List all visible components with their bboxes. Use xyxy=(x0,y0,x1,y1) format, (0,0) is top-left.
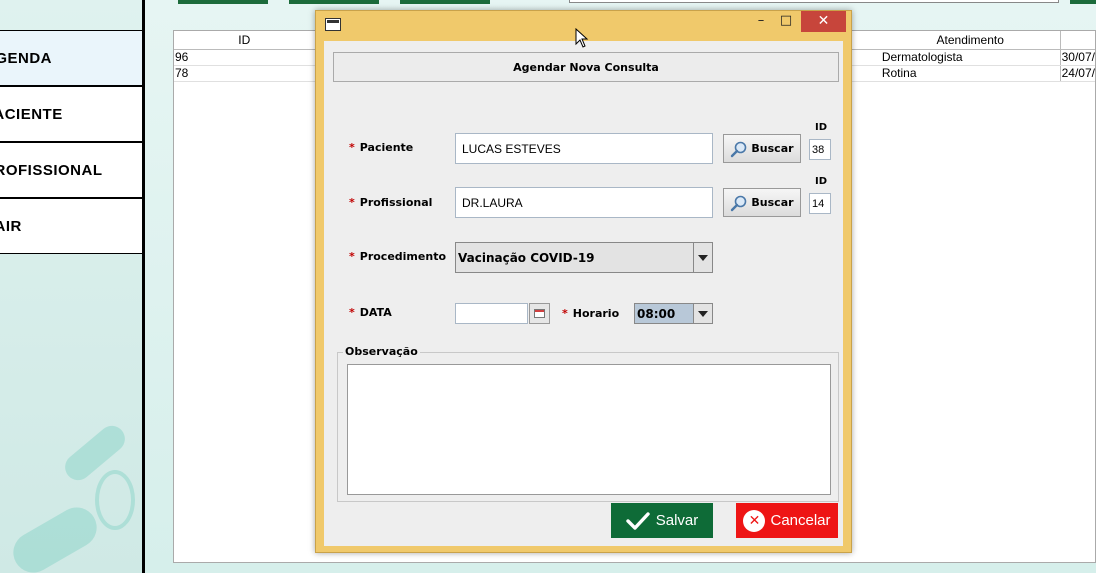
cell-atendimento: Rotina xyxy=(880,65,1061,82)
maximize-button[interactable]: □ xyxy=(776,11,796,32)
horario-value: 08:00 xyxy=(637,306,676,321)
profissional-field[interactable]: DR.LAURA xyxy=(455,187,713,218)
profissional-id-field[interactable]: 14 xyxy=(809,193,831,214)
dialog-header: Agendar Nova Consulta xyxy=(333,52,839,82)
profissional-id-label: ID xyxy=(815,176,828,187)
required-mark: * xyxy=(562,307,568,320)
buscar-label: Buscar xyxy=(751,196,794,209)
minimize-button[interactable]: – xyxy=(751,11,771,32)
sidebar-item-agenda[interactable]: AGENDA xyxy=(0,30,142,86)
cell-data: 24/07/ xyxy=(1060,65,1095,82)
paciente-label: * Paciente xyxy=(349,141,414,154)
sidebar-item-label: PROFISSIONAL xyxy=(0,161,103,179)
checkmark-icon xyxy=(626,511,650,530)
cancel-button[interactable]: ✕ Cancelar xyxy=(736,503,838,538)
required-mark: * xyxy=(349,141,355,154)
toolbar-button[interactable] xyxy=(289,0,379,4)
search-icon xyxy=(731,141,747,157)
sidebar: AGENDA PACIENTE PROFISSIONAL SAIR xyxy=(0,0,145,573)
decorative-stethoscope xyxy=(95,470,135,530)
schedule-dialog: – □ ✕ Agendar Nova Consulta * Paciente LU… xyxy=(315,10,852,553)
sidebar-item-label: PACIENTE xyxy=(0,105,63,123)
required-mark: * xyxy=(349,196,355,209)
sidebar-item-profissional[interactable]: PROFISSIONAL xyxy=(0,142,142,198)
observacao-group: Observação xyxy=(337,345,839,502)
required-mark: * xyxy=(349,250,355,263)
close-button[interactable]: ✕ xyxy=(801,11,846,32)
column-header-data[interactable] xyxy=(1060,31,1095,50)
search-input[interactable] xyxy=(569,0,1059,3)
cell-id: 78 xyxy=(174,65,316,82)
sidebar-item-sair[interactable]: SAIR xyxy=(0,198,142,254)
calendar-icon xyxy=(534,309,545,318)
chevron-down-icon xyxy=(693,304,712,323)
close-circle-icon: ✕ xyxy=(743,509,766,532)
procedimento-label: * Procedimento xyxy=(349,250,447,263)
sidebar-item-paciente[interactable]: PACIENTE xyxy=(0,86,142,142)
decorative-syringe xyxy=(6,500,104,573)
sidebar-item-label: AGENDA xyxy=(0,49,53,67)
cell-atendimento: Dermatologista xyxy=(880,49,1061,66)
buscar-label: Buscar xyxy=(751,142,794,155)
dialog-content: Agendar Nova Consulta * Paciente LUCAS ES… xyxy=(324,41,843,546)
paciente-field[interactable]: LUCAS ESTEVES xyxy=(455,133,713,164)
date-field[interactable] xyxy=(455,303,528,324)
cell-data: 30/07/ xyxy=(1060,49,1095,66)
cell-id: 96 xyxy=(174,49,316,66)
column-header-id[interactable]: ID xyxy=(174,31,316,50)
save-button[interactable]: Salvar xyxy=(611,503,713,538)
profissional-label: * Profissional xyxy=(349,196,433,209)
data-label: * DATA xyxy=(349,306,392,319)
toolbar-button[interactable] xyxy=(178,0,268,4)
dialog-title: Agendar Nova Consulta xyxy=(513,60,659,74)
procedimento-value: Vacinação COVID-19 xyxy=(458,250,595,265)
horario-label: * Horario xyxy=(562,307,620,320)
procedimento-select[interactable]: Vacinação COVID-19 xyxy=(455,242,713,273)
horario-select[interactable]: 08:00 xyxy=(634,303,713,324)
toolbar-button[interactable] xyxy=(1070,0,1096,4)
buscar-profissional-button[interactable]: Buscar xyxy=(723,188,801,217)
paciente-id-label: ID xyxy=(815,122,828,133)
chevron-down-icon xyxy=(693,243,712,272)
observacao-textarea[interactable] xyxy=(347,364,831,495)
save-label: Salvar xyxy=(655,512,699,529)
sidebar-item-label: SAIR xyxy=(0,217,22,235)
mouse-cursor-icon xyxy=(575,28,589,48)
required-mark: * xyxy=(349,306,355,319)
search-icon xyxy=(731,195,747,211)
buscar-paciente-button[interactable]: Buscar xyxy=(723,134,801,163)
paciente-id-field[interactable]: 38 xyxy=(809,139,831,160)
calendar-button[interactable] xyxy=(529,303,550,324)
cancel-label: Cancelar xyxy=(770,512,831,529)
column-header-atendimento[interactable]: Atendimento xyxy=(880,31,1061,50)
observacao-label: Observação xyxy=(343,345,420,358)
toolbar-button[interactable] xyxy=(400,0,490,4)
app-icon xyxy=(325,18,341,31)
